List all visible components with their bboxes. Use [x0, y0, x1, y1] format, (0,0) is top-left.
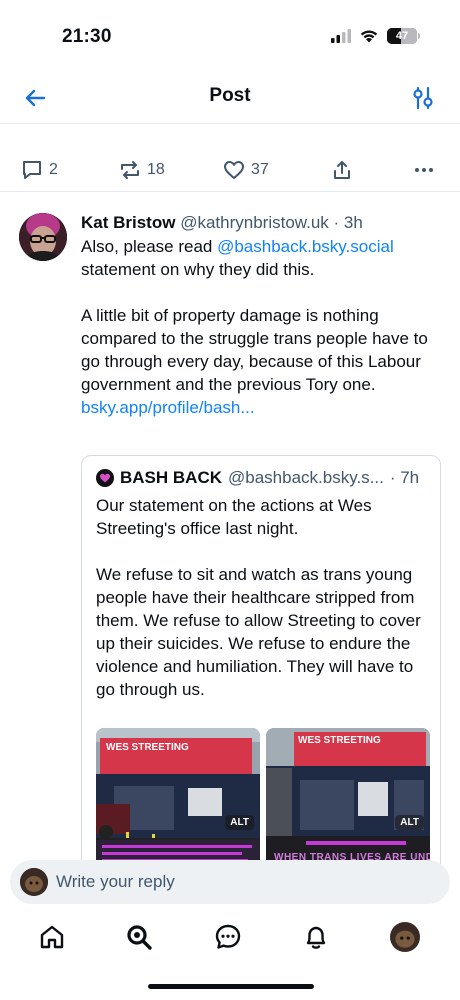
heart-logo-icon: [100, 473, 110, 483]
post-meta: Kat Bristow @kathrynbristow.uk · 3h: [81, 212, 441, 234]
repost-button[interactable]: 18: [118, 158, 165, 182]
more-horizontal-icon: [415, 168, 433, 172]
quoted-post[interactable]: BASH BACK @bashback.bsky.s... · 7h Our s…: [81, 455, 441, 875]
page-title: Post: [209, 85, 251, 106]
post-text: Also, please read @bashback.bsky.social …: [81, 235, 441, 419]
author-avatar-image: [19, 213, 67, 261]
reply-count: 2: [49, 161, 58, 178]
quoted-post-time: · 7h: [389, 468, 420, 487]
signal-icon: [331, 29, 351, 43]
post-time: · 3h: [328, 213, 363, 232]
reply-icon: [23, 161, 41, 179]
like-count: 37: [251, 161, 269, 178]
quoted-post-images: WES STREETING ALT WES STREETING ALT WHEN…: [96, 728, 430, 868]
heart-icon: [224, 161, 244, 179]
nav-home[interactable]: [37, 922, 67, 952]
wifi-icon: [360, 30, 378, 43]
alt-badge[interactable]: ALT: [395, 815, 424, 830]
sliders-icon: [413, 86, 433, 110]
repost-count: 18: [147, 161, 165, 178]
post-paragraph: A little bit of property damage is nothi…: [81, 306, 428, 394]
quoted-author-handle: @bashback.bsky.s...: [228, 468, 384, 487]
quoted-image-2[interactable]: WES STREETING ALT WHEN TRANS LIVES ARE U…: [266, 728, 430, 868]
post-text-prefix: Also, please read: [81, 237, 218, 256]
quoted-author-name: BASH BACK: [120, 468, 222, 487]
quoted-author-avatar: [96, 469, 114, 487]
profile-avatar: [390, 922, 420, 952]
mention-link[interactable]: @bashback.bsky.social: [217, 237, 394, 256]
post-actions: 2 18 37: [0, 150, 460, 192]
like-button[interactable]: 37: [222, 158, 269, 182]
home-icon: [40, 925, 64, 949]
reply-composer[interactable]: Write your reply: [10, 860, 450, 904]
battery-level: 47: [395, 30, 409, 42]
sign-title: WES STREETING: [298, 735, 381, 746]
reply-button[interactable]: 2: [20, 158, 58, 182]
post-body: Kat Bristow @kathrynbristow.uk · 3h Also…: [81, 212, 441, 419]
author-name[interactable]: Kat Bristow: [81, 213, 175, 232]
chat-icon: [215, 924, 241, 949]
nav-profile[interactable]: [390, 922, 420, 952]
search-icon: [127, 925, 152, 950]
home-indicator: [148, 984, 314, 989]
quoted-post-meta: BASH BACK @bashback.bsky.s... · 7h: [96, 468, 419, 488]
author-handle[interactable]: @kathrynbristow.uk: [180, 213, 329, 232]
my-avatar: [20, 868, 48, 896]
nav-notifications[interactable]: [301, 922, 331, 952]
status-time: 21:30: [62, 26, 112, 47]
storefront-photo: [266, 728, 430, 868]
bottom-navigation: [0, 910, 460, 968]
reply-input-placeholder[interactable]: Write your reply: [56, 872, 175, 892]
share-button[interactable]: [330, 158, 354, 182]
more-options-button[interactable]: [412, 158, 436, 182]
post-text-suffix: statement on why they did this.: [81, 260, 315, 279]
bell-icon: [306, 926, 326, 949]
repost-icon: [121, 161, 139, 179]
thread-settings-button[interactable]: [410, 84, 436, 112]
status-icons: 47: [331, 28, 420, 44]
quoted-image-1[interactable]: WES STREETING ALT: [96, 728, 260, 868]
battery-icon: 47: [387, 28, 420, 44]
alt-badge[interactable]: ALT: [225, 815, 254, 830]
post-header-bar: Post: [0, 70, 460, 124]
nav-messages[interactable]: [213, 922, 243, 952]
status-bar: 21:30 47: [0, 0, 460, 70]
share-icon: [334, 161, 350, 179]
quoted-paragraph-2: We refuse to sit and watch as trans youn…: [96, 565, 421, 699]
nav-search[interactable]: [124, 922, 154, 952]
external-link[interactable]: bsky.app/profile/bash...: [81, 396, 441, 419]
quoted-post-text: Our statement on the actions at Wes Stre…: [96, 494, 430, 701]
quoted-paragraph-1: Our statement on the actions at Wes Stre…: [96, 496, 372, 538]
author-avatar[interactable]: [19, 213, 67, 261]
previous-post-clipped-text: [20, 118, 440, 128]
my-avatar-image: [20, 868, 48, 896]
sign-title: WES STREETING: [106, 742, 189, 753]
